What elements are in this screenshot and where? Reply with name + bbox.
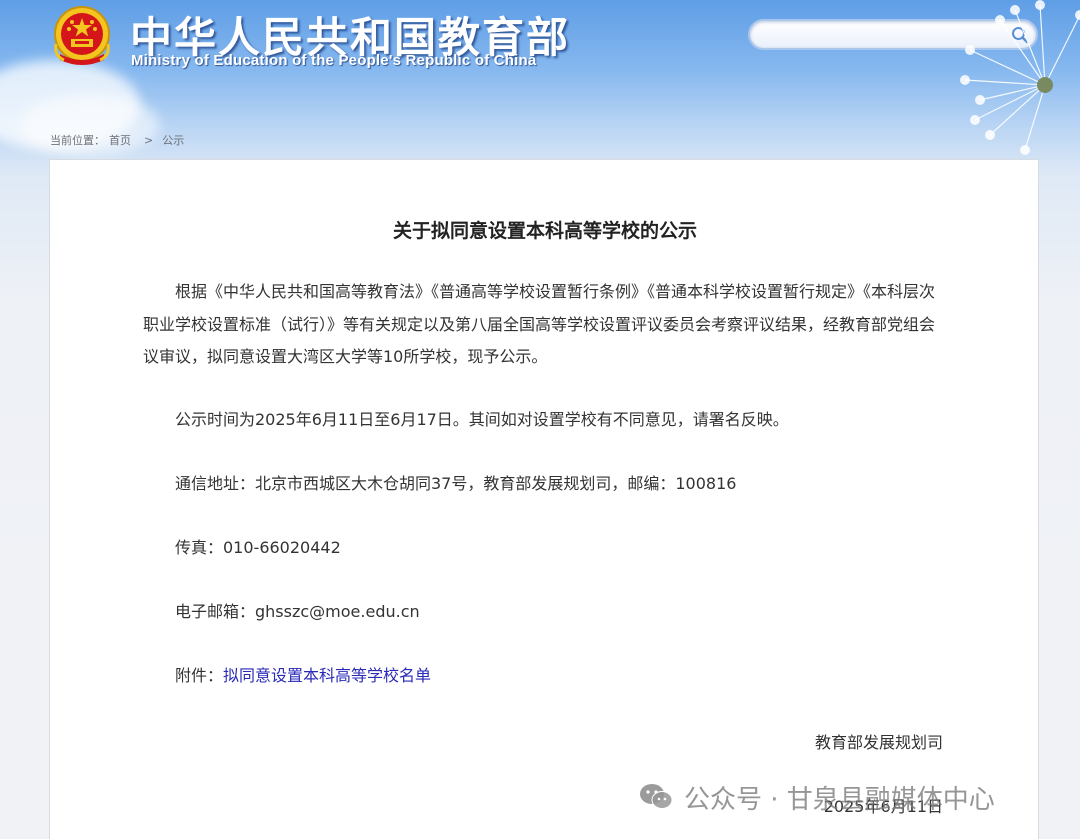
breadcrumb-separator: > <box>144 134 154 147</box>
attachment-label: 附件： <box>175 666 224 685</box>
dandelion-decoration-icon <box>960 0 1080 155</box>
article-signature: 教育部发展规划司 <box>814 733 943 752</box>
site-header: 中华人民共和国教育部 Ministry of Education of the … <box>0 0 1080 155</box>
article-panel: 关于拟同意设置本科高等学校的公示 根据《中华人民共和国高等教育法》《普通高等学校… <box>49 159 1039 839</box>
article-address: 通信地址：北京市西城区大木仓胡同37号，教育部发展规划司，邮编：100816 <box>175 474 737 493</box>
article-fax: 传真：010-66020442 <box>175 538 341 557</box>
attachment-link[interactable]: 拟同意设置本科高等学校名单 <box>223 666 431 685</box>
breadcrumb-prefix: 当前位置： <box>50 134 105 147</box>
breadcrumb-home-link[interactable]: 首页 <box>109 134 131 147</box>
breadcrumb: 当前位置： 首页 > 公示 <box>50 132 188 148</box>
article-attachment: 附件：拟同意设置本科高等学校名单 <box>143 660 945 693</box>
site-subtitle-english[interactable]: Ministry of Education of the People's Re… <box>131 52 536 69</box>
breadcrumb-current[interactable]: 公示 <box>162 134 184 147</box>
watermark: 公众号 · 甘泉县融媒体中心 <box>638 778 995 816</box>
article-paragraph-basis: 根据《中华人民共和国高等教育法》《普通高等学校设置暂行条例》《普通本科学校设置暂… <box>143 282 936 366</box>
article-email: 电子邮箱：ghsszc@moe.edu.cn <box>175 602 420 621</box>
wechat-icon <box>640 784 673 809</box>
watermark-text: 公众号 · 甘泉县融媒体中心 <box>684 784 995 815</box>
article-title: 关于拟同意设置本科高等学校的公示 <box>392 220 697 242</box>
national-emblem-icon[interactable] <box>50 4 114 68</box>
article-paragraph-period: 公示时间为2025年6月11日至6月17日。其间如对设置学校有不同意见，请署名反… <box>175 410 789 429</box>
